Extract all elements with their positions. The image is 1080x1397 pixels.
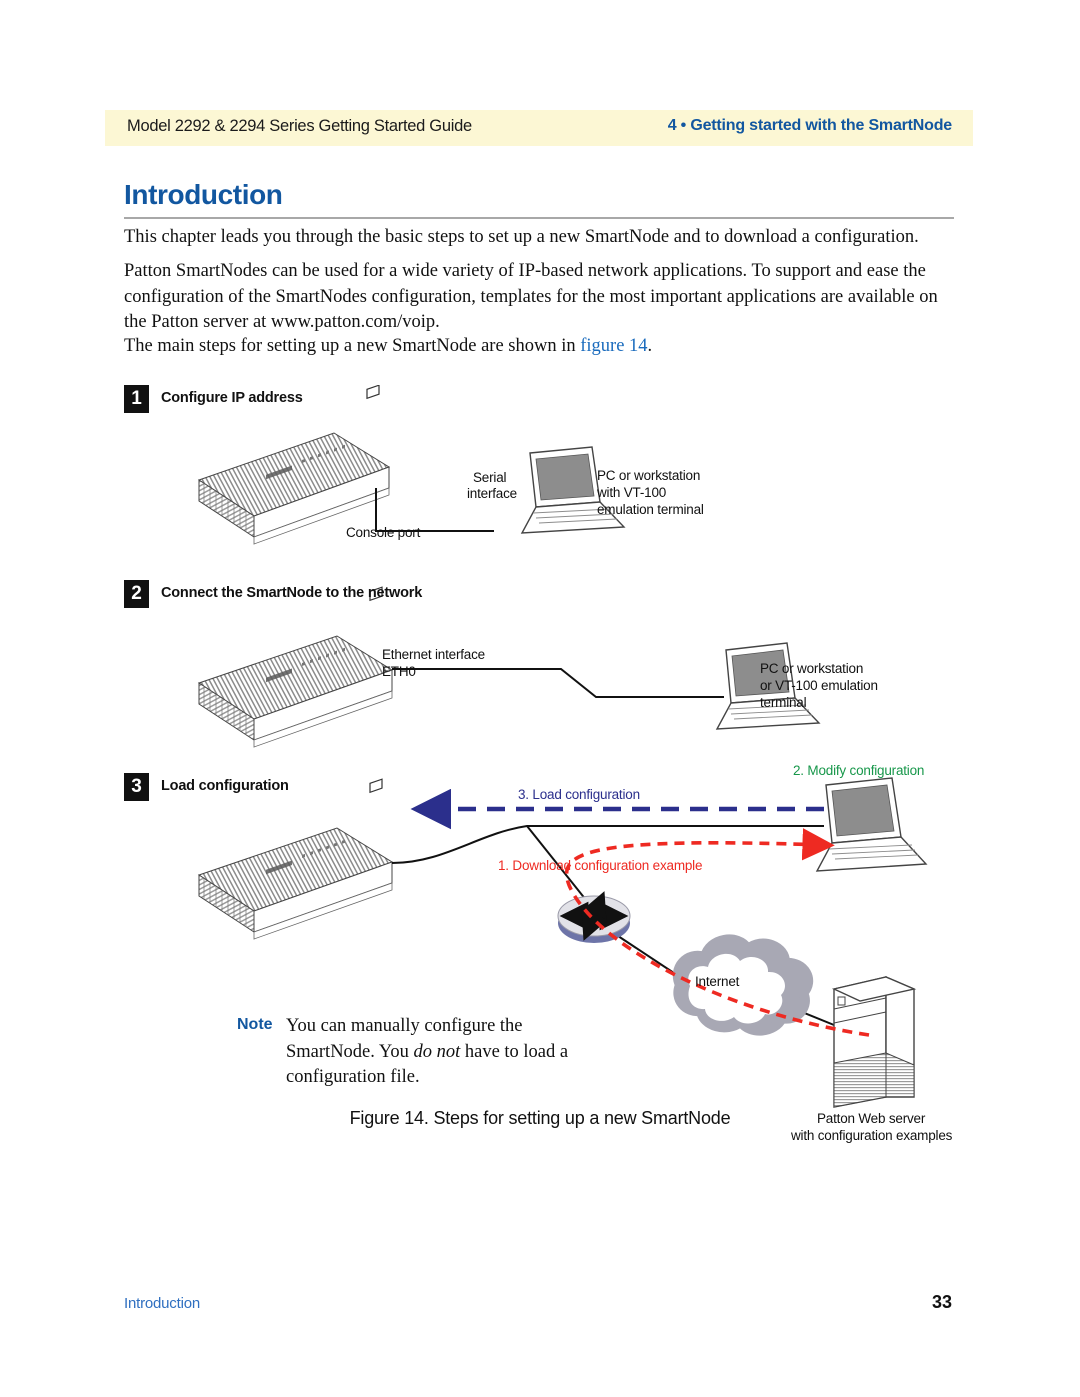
header-chapter-title: 4 • Getting started with the SmartNode xyxy=(667,117,952,134)
serial-interface-label-line1: Serial xyxy=(473,470,507,485)
figure-caption: Figure 14. Steps for setting up a new Sm… xyxy=(349,1108,731,1128)
intro-paragraph-2: Patton SmartNodes can be used for a wide… xyxy=(124,261,938,332)
flow-download-configuration-label: 1. Download configuration example xyxy=(498,858,703,873)
pc-vt100-label-line1: PC or workstation xyxy=(597,468,701,483)
internet-label: Internet xyxy=(695,974,740,989)
step3-laptop xyxy=(815,777,928,872)
pc-vt100-label-line3: emulation terminal xyxy=(597,502,704,517)
step-3-badge: 3 xyxy=(124,773,149,801)
flow-modify-configuration-label: 2. Modify configuration xyxy=(793,763,925,778)
network-hub-icon xyxy=(557,891,631,943)
step-3-label: Load configuration xyxy=(161,778,289,794)
step2-router-device xyxy=(197,586,394,748)
intro-paragraph-3: The main steps for setting up a new Smar… xyxy=(124,334,956,360)
note-label: Note xyxy=(237,1016,273,1033)
step1-router-device xyxy=(197,385,391,545)
note-text: You can manually configure the SmartNode… xyxy=(286,1014,586,1091)
note-text-emphasis: do not xyxy=(413,1041,461,1062)
pc-network-label-line2: or VT-100 emulation xyxy=(760,678,878,693)
pc-network-label-line3: terminal xyxy=(760,695,807,710)
ethernet-interface-label-line1: Ethernet interface xyxy=(382,647,485,662)
ethernet-cable xyxy=(392,668,724,698)
pc-network-label-line1: PC or workstation xyxy=(760,661,864,676)
flow-load-configuration-label: 3. Load configuration xyxy=(518,787,640,802)
serial-interface-label-line2: interface xyxy=(467,486,517,501)
console-port-label: Console port xyxy=(346,525,421,540)
footer-section-name: Introduction xyxy=(124,1295,200,1312)
step-2-badge: 2 xyxy=(124,580,149,608)
paragraph-3-period: . xyxy=(647,336,653,356)
web-server-label-line2: with configuration examples xyxy=(791,1128,953,1143)
paragraph-3-text: The main steps for setting up a new Smar… xyxy=(124,336,581,356)
figure-cross-reference-link[interactable]: figure 14 xyxy=(580,336,647,356)
title-divider xyxy=(124,217,954,219)
page-title: Introduction xyxy=(124,179,283,210)
step3-router-device xyxy=(197,778,394,940)
step-1-label: Configure IP address xyxy=(161,390,303,406)
footer-page-number: 33 xyxy=(931,1292,952,1312)
pc-vt100-label-line2: with VT-100 xyxy=(597,485,667,500)
step-1-badge: 1 xyxy=(124,385,149,413)
document-page: Model 2292 & 2294 Series Getting Started… xyxy=(0,0,1080,1397)
ethernet-interface-label-line2: ETH0 xyxy=(382,664,416,679)
intro-paragraph-1: This chapter leads you through the basic… xyxy=(124,227,919,247)
step-2-label: Connect the SmartNode to the network xyxy=(161,585,423,601)
header-guide-title: Model 2292 & 2294 Series Getting Started… xyxy=(127,117,472,135)
web-server-tower xyxy=(831,975,917,1108)
